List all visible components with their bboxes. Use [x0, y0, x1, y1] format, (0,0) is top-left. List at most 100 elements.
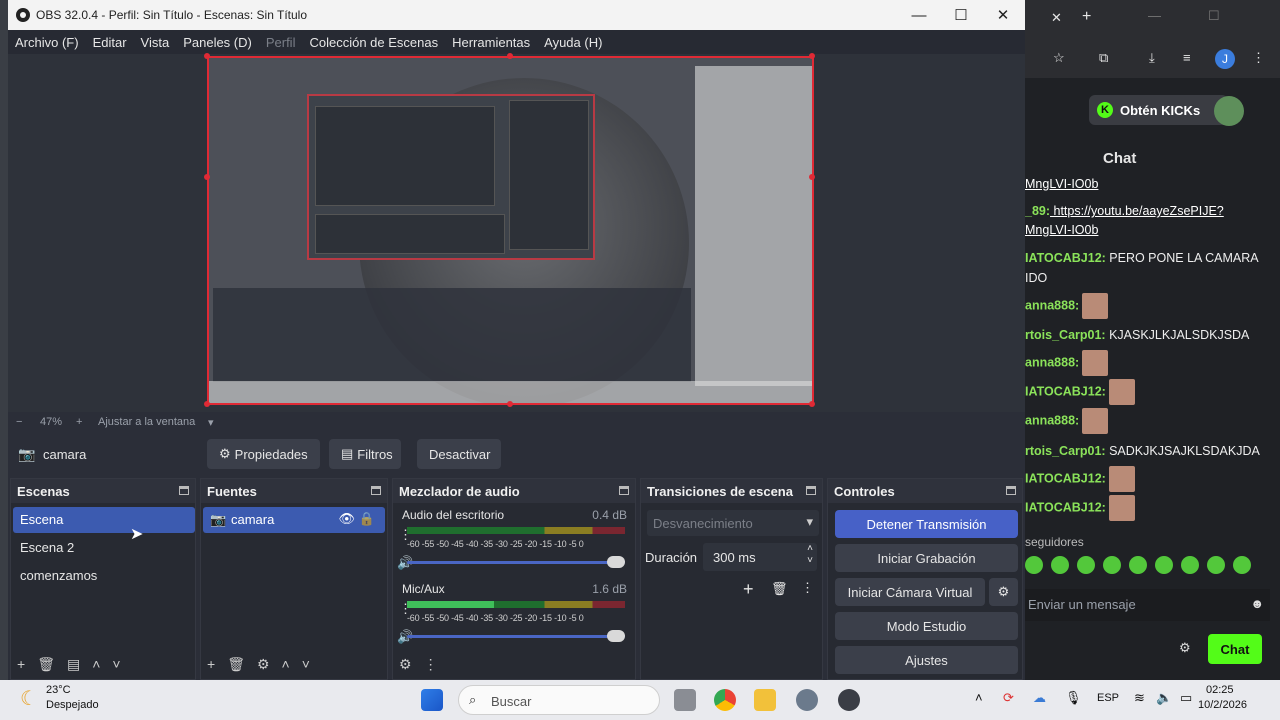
menu-file[interactable]: Archivo (F) [15, 35, 79, 50]
undock-icon[interactable] [806, 486, 816, 495]
chat-user[interactable]: rtois_Carp01: [1025, 444, 1106, 458]
emote-icon[interactable] [1077, 556, 1095, 574]
resize-handle[interactable] [204, 401, 210, 407]
file-explorer-icon[interactable] [754, 689, 776, 711]
media-icon[interactable]: ≡ [1183, 50, 1191, 65]
volume-icon[interactable]: 🔈 [1156, 690, 1172, 706]
chat-user[interactable]: IATOCABJ12: [1025, 251, 1106, 265]
extensions-icon[interactable]: ⧉ [1099, 50, 1108, 66]
wifi-icon[interactable]: ≋ [1134, 690, 1145, 706]
emote-icon[interactable] [1103, 556, 1121, 574]
scene-item[interactable]: comenzamos [13, 563, 195, 589]
trash-icon[interactable]: 🗑 [771, 581, 788, 597]
add-icon[interactable]: + [743, 579, 754, 600]
microphone-icon[interactable]: 🎙 [1065, 690, 1082, 706]
battery-icon[interactable]: ▭ [1180, 690, 1192, 706]
sync-icon[interactable]: ⟳ [1003, 690, 1014, 706]
resize-handle[interactable] [507, 401, 513, 407]
preview-area[interactable] [8, 53, 1025, 412]
add-icon[interactable]: + [207, 656, 215, 673]
profile-avatar[interactable]: J [1215, 49, 1235, 69]
emote-icon[interactable] [1207, 556, 1225, 574]
chat-user[interactable]: rtois_Carp01: [1025, 328, 1106, 342]
stop-stream-button[interactable]: Detener Transmisión [835, 510, 1018, 538]
slider-knob[interactable] [607, 556, 625, 568]
gear-icon[interactable]: ⚙ [1179, 640, 1191, 656]
filters-button[interactable]: ▤ Filtros [329, 439, 401, 469]
chevron-down-icon[interactable]: ˅ [112, 656, 120, 673]
spin-up-icon[interactable]: ˄ [807, 543, 813, 554]
emote-icon[interactable] [1181, 556, 1199, 574]
properties-button[interactable]: ⚙ Propiedades [207, 439, 320, 469]
windows-start-icon[interactable] [421, 689, 443, 711]
resize-handle[interactable] [507, 53, 513, 59]
emote-icon[interactable] [1025, 556, 1043, 574]
star-icon[interactable]: ☆ [1053, 50, 1065, 66]
trash-icon[interactable]: 🗑 [227, 656, 245, 673]
virtual-cam-button[interactable]: Iniciar Cámara Virtual [835, 578, 985, 606]
spin-down-icon[interactable]: ˅ [807, 555, 813, 566]
gear-icon[interactable]: ⚙ [257, 656, 270, 673]
transition-select[interactable]: Desvanecimiento ▾ [647, 510, 819, 536]
close-tab-icon[interactable]: ✕ [1051, 10, 1062, 26]
menu-edit[interactable]: Editar [93, 35, 127, 50]
resize-handle[interactable] [809, 53, 815, 59]
start-recording-button[interactable]: Iniciar Grabación [835, 544, 1018, 572]
kebab-icon[interactable]: ⋮ [424, 656, 438, 673]
chrome-icon[interactable] [714, 689, 736, 711]
language-indicator[interactable]: ESP [1097, 692, 1119, 704]
slider-knob[interactable] [607, 630, 625, 642]
maximize-icon[interactable]: ☐ [1208, 8, 1220, 24]
eye-icon[interactable]: 👁 [338, 511, 355, 527]
volume-slider[interactable] [407, 556, 625, 568]
undock-icon[interactable] [1006, 486, 1016, 495]
preview-canvas[interactable] [207, 56, 814, 405]
chevron-up-icon[interactable]: ˄ [975, 690, 983, 705]
emote-icon[interactable] [1233, 556, 1251, 574]
chat-link[interactable]: MngLVI-IO0b [1025, 223, 1098, 237]
settings-app-icon[interactable] [796, 689, 818, 711]
resize-handle[interactable] [204, 53, 210, 59]
weather-desc[interactable]: Despejado [46, 699, 99, 711]
scene-item[interactable]: Escena 2 [13, 535, 195, 561]
resize-handle[interactable] [809, 174, 815, 180]
send-chat-button[interactable]: Chat [1208, 634, 1262, 664]
menu-tools[interactable]: Herramientas [452, 35, 530, 50]
chat-input[interactable]: Enviar un mensaje ☻ [1025, 589, 1270, 621]
resize-handle[interactable] [204, 174, 210, 180]
kebab-icon[interactable]: ⋮ [801, 580, 814, 596]
obs-taskbar-icon[interactable] [838, 689, 860, 711]
chevron-up-icon[interactable]: ˄ [92, 656, 100, 673]
gear-icon[interactable]: ⚙ [399, 656, 412, 673]
chat-user[interactable]: IATOCABJ12: [1025, 384, 1106, 398]
new-tab-icon[interactable]: + [1082, 8, 1091, 26]
chat-text[interactable]: MngLVI-IO0b [1025, 177, 1098, 191]
deactivate-button[interactable]: Desactivar [417, 439, 501, 469]
chevron-up-icon[interactable]: ˄ [282, 656, 290, 673]
clock-date[interactable]: 10/2/2026 [1198, 699, 1247, 711]
chat-user[interactable]: anna888: [1025, 413, 1079, 427]
undock-icon[interactable] [179, 486, 189, 495]
virtual-cam-settings-button[interactable]: ⚙ [989, 578, 1018, 606]
add-icon[interactable]: + [17, 656, 25, 673]
undock-icon[interactable] [619, 486, 629, 495]
settings-button[interactable]: Ajustes [835, 646, 1018, 674]
minimize-icon[interactable]: — [1148, 8, 1161, 23]
menu-scene-collection[interactable]: Colección de Escenas [309, 35, 438, 50]
trash-icon[interactable]: 🗑 [37, 656, 55, 673]
emote-icon[interactable] [1129, 556, 1147, 574]
kebab-icon[interactable]: ⋮ [1252, 50, 1265, 66]
filter-icon[interactable]: ▤ [67, 656, 80, 673]
menu-view[interactable]: Vista [141, 35, 170, 50]
chat-user[interactable]: anna888: [1025, 298, 1079, 312]
zoom-dropdown-icon[interactable]: ▾ [208, 416, 214, 429]
zoom-fit-label[interactable]: Ajustar a la ventana [98, 416, 195, 428]
get-kicks-button[interactable]: K Obtén KICKs [1089, 95, 1228, 125]
chat-user[interactable]: IATOCABJ12: [1025, 500, 1106, 514]
duration-input[interactable]: 300 ms ˄ ˅ [703, 543, 817, 571]
lock-icon[interactable]: 🔒 [359, 511, 375, 527]
clock-time[interactable]: 02:25 [1206, 684, 1234, 696]
download-icon[interactable]: ⤓ [1149, 50, 1155, 66]
zoom-out-button[interactable]: − [16, 416, 22, 428]
emoji-icon[interactable]: ☻ [1250, 596, 1264, 611]
